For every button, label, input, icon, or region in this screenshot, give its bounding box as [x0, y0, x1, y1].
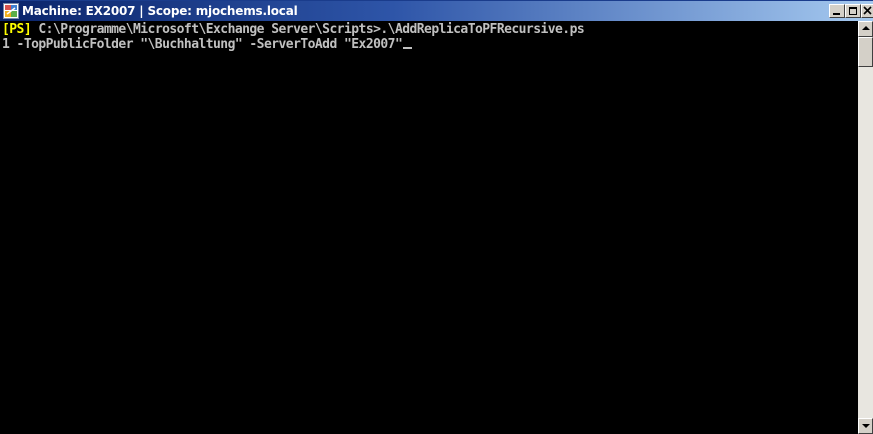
console-line-2: 1 -TopPublicFolder "\Buchhaltung" -Serve… [2, 37, 413, 52]
console-output-area[interactable]: [PS] C:\Programme\Microsoft\Exchange Ser… [0, 21, 858, 434]
scroll-up-button[interactable] [858, 21, 873, 37]
close-icon [863, 6, 872, 15]
text-cursor [403, 47, 413, 49]
vertical-scrollbar[interactable] [858, 21, 873, 434]
minimize-button[interactable] [829, 4, 845, 18]
scroll-thumb[interactable] [858, 37, 873, 67]
scroll-down-button[interactable] [858, 418, 873, 434]
title-bar[interactable]: Machine: EX2007 | Scope: mjochems.local [0, 0, 873, 21]
console-window: Machine: EX2007 | Scope: mjochems.local … [0, 0, 873, 434]
minimize-icon [833, 13, 840, 15]
command-text-line-2: 1 -TopPublicFolder "\Buchhaltung" -Serve… [2, 37, 403, 52]
scroll-up-arrow-icon [862, 26, 870, 30]
ps-prompt-tag: [PS] [2, 22, 32, 37]
maximize-button[interactable] [845, 4, 861, 18]
command-text-line-1: C:\Programme\Microsoft\Exchange Server\S… [31, 22, 585, 37]
console-line-1: [PS] C:\Programme\Microsoft\Exchange Ser… [2, 22, 585, 37]
exchange-management-shell-icon[interactable] [3, 3, 19, 19]
window-title: Machine: EX2007 | Scope: mjochems.local [22, 4, 298, 18]
scroll-down-arrow-icon [862, 424, 870, 428]
close-button[interactable] [861, 4, 873, 18]
maximize-icon [849, 7, 857, 15]
